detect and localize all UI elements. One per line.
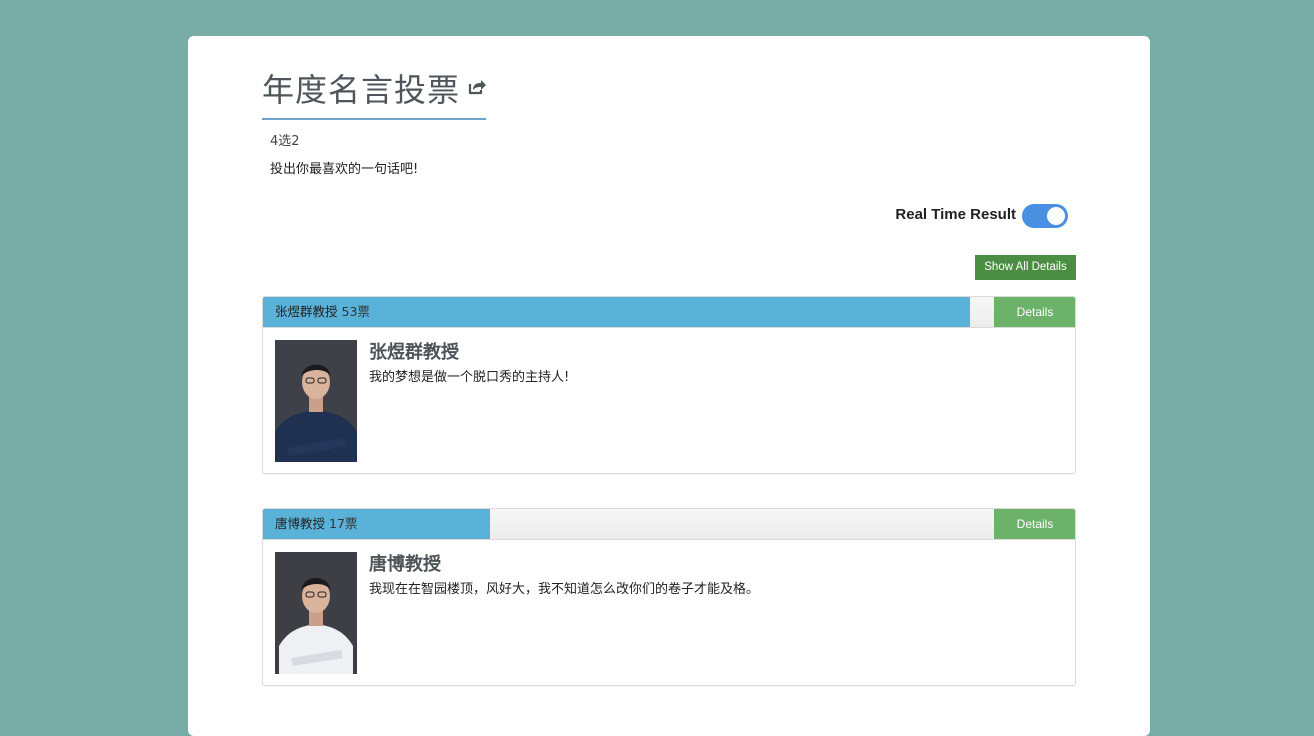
share-icon[interactable] bbox=[467, 77, 487, 97]
vote-bar: 张煜群教授 53票 Details bbox=[262, 296, 1076, 328]
vote-count: 17票 bbox=[329, 516, 358, 531]
vote-bar-label: 张煜群教授 53票 bbox=[275, 297, 370, 327]
details-button[interactable]: Details bbox=[994, 297, 1075, 327]
candidate-card: 张煜群教授 53票 Details 张煜群教授 我的梦想是做一个脱口秀的主持人! bbox=[262, 296, 1076, 474]
poll-title-block: 年度名言投票 bbox=[262, 66, 486, 120]
details-button[interactable]: Details bbox=[994, 509, 1075, 539]
candidate-body: 张煜群教授 我的梦想是做一个脱口秀的主持人! bbox=[262, 328, 1076, 474]
candidate-name: 张煜群教授 bbox=[369, 342, 459, 363]
vote-limit: 4选2 bbox=[270, 134, 300, 149]
candidate-card: 唐博教授 17票 Details 唐博教授 我现在在智园楼顶，风好大，我不知道怎… bbox=[262, 508, 1076, 686]
candidate-quote: 我现在在智园楼顶，风好大，我不知道怎么改你们的卷子才能及格。 bbox=[369, 582, 760, 597]
vote-count: 53票 bbox=[341, 304, 370, 319]
candidate-body: 唐博教授 我现在在智园楼顶，风好大，我不知道怎么改你们的卷子才能及格。 bbox=[262, 540, 1076, 686]
candidate-portrait-image bbox=[275, 552, 357, 674]
candidate-quote: 我的梦想是做一个脱口秀的主持人! bbox=[369, 370, 570, 385]
toggle-knob bbox=[1047, 207, 1065, 225]
show-all-details-button[interactable]: Show All Details bbox=[975, 255, 1076, 280]
candidate-portrait-image bbox=[275, 340, 357, 462]
poll-description: 投出你最喜欢的一句话吧! bbox=[270, 162, 419, 177]
candidate-name: 唐博教授 bbox=[369, 554, 441, 575]
vote-bar-name: 唐博教授 bbox=[275, 516, 326, 531]
vote-bar-name: 张煜群教授 bbox=[275, 304, 338, 319]
poll-card: 年度名言投票 4选2 投出你最喜欢的一句话吧! Real Time Result… bbox=[188, 36, 1150, 736]
poll-title: 年度名言投票 bbox=[262, 71, 461, 109]
candidate-photo bbox=[275, 552, 357, 674]
vote-bar-label: 唐博教授 17票 bbox=[275, 509, 357, 539]
candidate-photo bbox=[275, 340, 357, 462]
vote-bar: 唐博教授 17票 Details bbox=[262, 508, 1076, 540]
real-time-result-label: Real Time Result bbox=[895, 206, 1016, 223]
real-time-result-toggle[interactable] bbox=[1022, 204, 1068, 228]
